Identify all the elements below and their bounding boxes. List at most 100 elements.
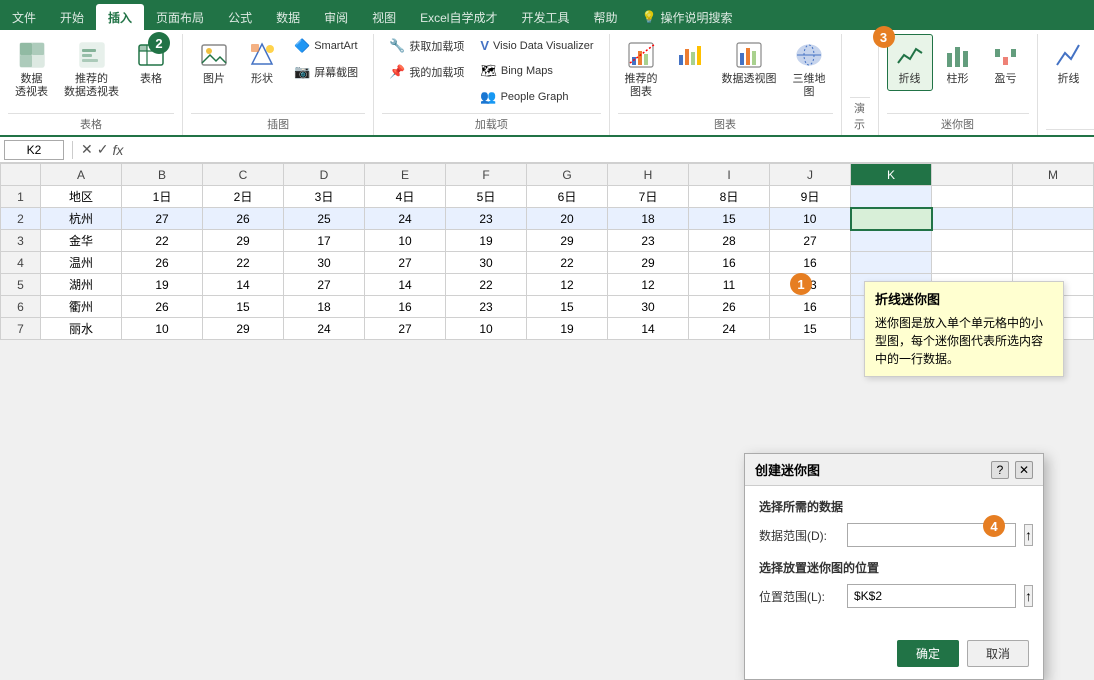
cell-c6[interactable]: 15	[203, 296, 284, 318]
cell-m2[interactable]	[1013, 208, 1094, 230]
col-header-d[interactable]: D	[284, 164, 365, 186]
dialog-close-btn[interactable]: ✕	[1015, 461, 1033, 479]
btn-screenshot[interactable]: 📷 屏幕截图	[287, 60, 365, 84]
cell-b6[interactable]: 26	[122, 296, 203, 318]
btn-recommended-chart[interactable]: 推荐的图表	[618, 34, 665, 104]
cell-a5[interactable]: 湖州	[41, 274, 122, 296]
cell-f4[interactable]: 30	[446, 252, 527, 274]
tab-search[interactable]: 💡 操作说明搜索	[630, 4, 745, 30]
cell-i7[interactable]: 24	[689, 318, 770, 340]
cell-i6[interactable]: 26	[689, 296, 770, 318]
cell-f2[interactable]: 23	[446, 208, 527, 230]
location-input[interactable]	[847, 584, 1016, 608]
cell-b1[interactable]: 1日	[122, 186, 203, 208]
cell-e3[interactable]: 10	[365, 230, 446, 252]
btn-pivot-chart[interactable]: 数据透视图	[715, 34, 784, 91]
cell-d1[interactable]: 3日	[284, 186, 365, 208]
confirm-formula-icon[interactable]: ✓	[97, 141, 109, 158]
cell-c1[interactable]: 2日	[203, 186, 284, 208]
cell-h1[interactable]: 7日	[608, 186, 689, 208]
cell-b7[interactable]: 10	[122, 318, 203, 340]
cell-m1[interactable]	[1013, 186, 1094, 208]
tab-data[interactable]: 数据	[264, 4, 312, 30]
tab-help[interactable]: 帮助	[582, 4, 630, 30]
btn-picture[interactable]: 图片	[191, 34, 237, 91]
btn-smartart[interactable]: 🔷 SmartArt	[287, 34, 365, 58]
btn-recommended-pivot[interactable]: 推荐的数据透视表	[57, 34, 126, 104]
col-header-a[interactable]: A	[41, 164, 122, 186]
cell-a7[interactable]: 丽水	[41, 318, 122, 340]
cell-a2[interactable]: 杭州	[41, 208, 122, 230]
cell-k3[interactable]	[851, 230, 932, 252]
col-header-b[interactable]: B	[122, 164, 203, 186]
cell-c3[interactable]: 29	[203, 230, 284, 252]
col-header-g[interactable]: G	[527, 164, 608, 186]
cell-j4[interactable]: 16	[770, 252, 851, 274]
btn-pivot-table[interactable]: 数据透视表	[8, 34, 55, 104]
cell-l3[interactable]	[932, 230, 1013, 252]
cancel-formula-icon[interactable]: ✕	[81, 141, 93, 158]
cell-d7[interactable]: 24	[284, 318, 365, 340]
cell-d5[interactable]: 27	[284, 274, 365, 296]
col-header-i[interactable]: I	[689, 164, 770, 186]
cell-h3[interactable]: 23	[608, 230, 689, 252]
cell-d3[interactable]: 17	[284, 230, 365, 252]
location-expand-btn[interactable]: ↑	[1024, 585, 1033, 607]
dialog-ok-btn[interactable]: 确定	[897, 640, 959, 667]
cell-m4[interactable]	[1013, 252, 1094, 274]
cell-g3[interactable]: 29	[527, 230, 608, 252]
cell-c2[interactable]: 26	[203, 208, 284, 230]
cell-e5[interactable]: 14	[365, 274, 446, 296]
cell-g5[interactable]: 12	[527, 274, 608, 296]
cell-h6[interactable]: 30	[608, 296, 689, 318]
col-header-l[interactable]	[932, 164, 1013, 186]
cell-c4[interactable]: 22	[203, 252, 284, 274]
cell-f6[interactable]: 23	[446, 296, 527, 318]
btn-get-addins[interactable]: 🔧 获取加载项	[382, 34, 471, 58]
dialog-cancel-btn[interactable]: 取消	[967, 640, 1029, 667]
col-header-e[interactable]: E	[365, 164, 446, 186]
cell-f3[interactable]: 19	[446, 230, 527, 252]
cell-e2[interactable]: 24	[365, 208, 446, 230]
btn-3d-map[interactable]: 三维地图	[786, 34, 833, 104]
cell-j3[interactable]: 27	[770, 230, 851, 252]
btn-line-chart[interactable]: 折线	[1046, 34, 1092, 91]
cell-e1[interactable]: 4日	[365, 186, 446, 208]
col-header-k[interactable]: K	[851, 164, 932, 186]
cell-k1[interactable]	[851, 186, 932, 208]
tab-file[interactable]: 文件	[0, 4, 48, 30]
col-header-h[interactable]: H	[608, 164, 689, 186]
cell-a6[interactable]: 衢州	[41, 296, 122, 318]
cell-i4[interactable]: 16	[689, 252, 770, 274]
btn-winloss-sparkline[interactable]: 盈亏	[983, 34, 1029, 91]
tab-start[interactable]: 开始	[48, 4, 96, 30]
tab-formula[interactable]: 公式	[216, 4, 264, 30]
cell-a4[interactable]: 温州	[41, 252, 122, 274]
cell-i2[interactable]: 15	[689, 208, 770, 230]
cell-f7[interactable]: 10	[446, 318, 527, 340]
cell-d2[interactable]: 25	[284, 208, 365, 230]
cell-reference[interactable]	[4, 140, 64, 160]
formula-input[interactable]	[127, 141, 1090, 159]
cell-j6[interactable]: 16	[770, 296, 851, 318]
cell-c7[interactable]: 29	[203, 318, 284, 340]
cell-e7[interactable]: 27	[365, 318, 446, 340]
cell-l1[interactable]	[932, 186, 1013, 208]
cell-k2[interactable]	[851, 208, 932, 230]
cell-g4[interactable]: 22	[527, 252, 608, 274]
col-header-f[interactable]: F	[446, 164, 527, 186]
btn-my-addins[interactable]: 📌 我的加载项	[382, 60, 471, 84]
cell-b3[interactable]: 22	[122, 230, 203, 252]
cell-b2[interactable]: 27	[122, 208, 203, 230]
cell-l4[interactable]	[932, 252, 1013, 274]
cell-a3[interactable]: 金华	[41, 230, 122, 252]
cell-h4[interactable]: 29	[608, 252, 689, 274]
cell-h2[interactable]: 18	[608, 208, 689, 230]
cell-d4[interactable]: 30	[284, 252, 365, 274]
cell-b4[interactable]: 26	[122, 252, 203, 274]
dialog-help-btn[interactable]: ?	[991, 461, 1009, 479]
tab-review[interactable]: 审阅	[312, 4, 360, 30]
create-sparkline-dialog[interactable]: 创建迷你图 ? ✕ 选择所需的数据 数据范围(D): 4 ↑ 选择放置迷你图的位…	[744, 453, 1044, 680]
btn-bing-maps[interactable]: 🗺 Bing Maps	[473, 59, 600, 83]
cell-e4[interactable]: 27	[365, 252, 446, 274]
